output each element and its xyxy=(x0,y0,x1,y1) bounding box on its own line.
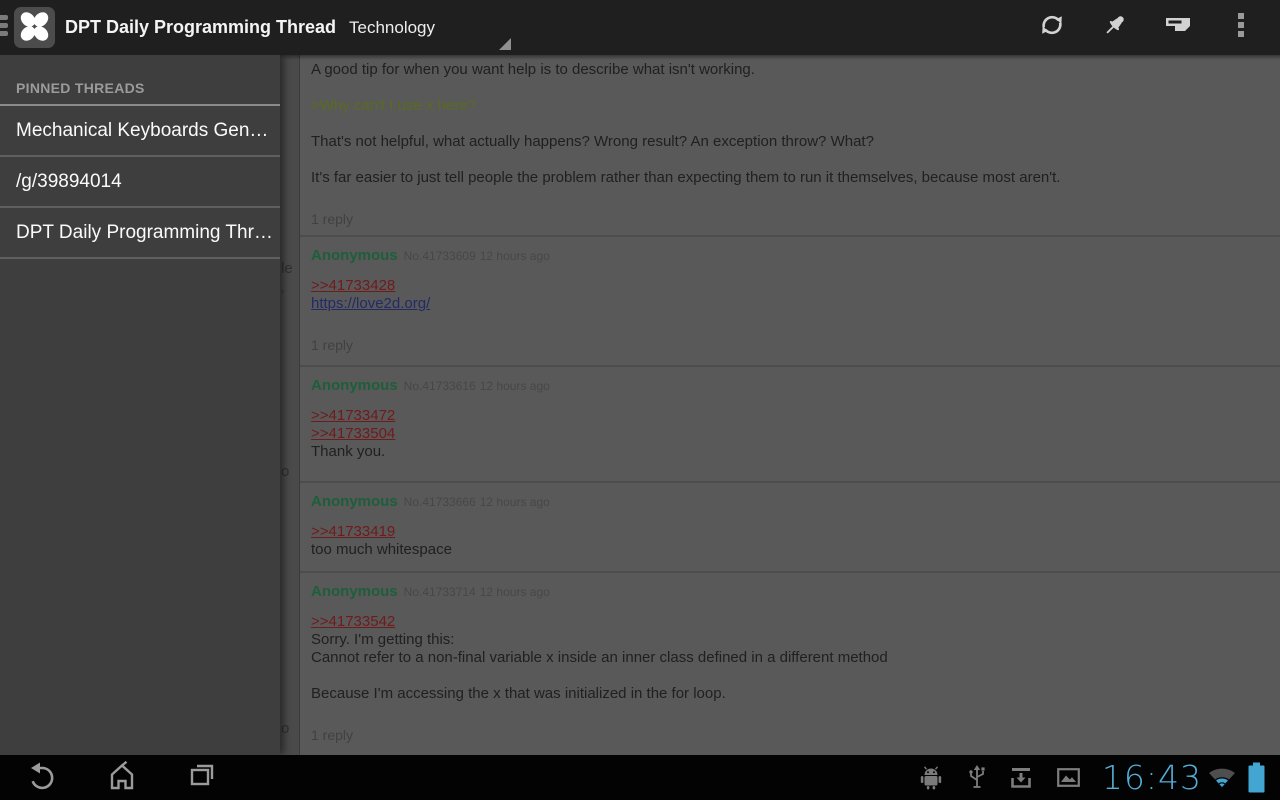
quote-link[interactable]: >>41733428 xyxy=(311,277,395,294)
peek-text-fragment: ’ xyxy=(281,287,284,305)
recents-button[interactable] xyxy=(167,755,237,800)
drawer-edge-indicator-icon xyxy=(0,15,8,39)
reply-button[interactable] xyxy=(1146,0,1209,55)
post: Anonymous No.41733714 12 hours ago >>41733… xyxy=(300,573,1280,755)
page-title: DPT Daily Programming Thread xyxy=(65,0,336,55)
thread-view-dimmed: le ’ o o A good tip for when you want he… xyxy=(280,55,1280,755)
spinner-caret-icon xyxy=(499,38,511,50)
post-number: No.41733616 xyxy=(404,379,476,393)
sidebar-item-g-39894014[interactable]: /g/39894014 xyxy=(0,157,280,208)
peek-text-fragment: o xyxy=(281,463,289,481)
post-header: Anonymous No.41733714 12 hours ago xyxy=(311,583,1264,601)
post: A good tip for when you want help is to … xyxy=(300,55,1280,237)
back-button[interactable] xyxy=(7,755,77,800)
poster-name: Anonymous xyxy=(311,377,398,394)
post-time: 12 hours ago xyxy=(480,379,550,393)
replies-link[interactable]: 1 reply xyxy=(311,210,1264,228)
greentext-line: >Why can't I use x here? xyxy=(311,97,1264,115)
replies-link[interactable]: 1 reply xyxy=(311,726,1264,744)
overflow-menu-icon xyxy=(1237,12,1245,43)
post-header: Anonymous No.41733609 12 hours ago xyxy=(311,247,1264,265)
actionbar-shadow xyxy=(280,55,1280,60)
post-number: No.41733609 xyxy=(404,249,476,263)
refresh-button[interactable] xyxy=(1020,0,1083,55)
action-bar: DPT Daily Programming Thread Technology xyxy=(0,0,1280,55)
back-icon xyxy=(25,759,59,796)
quote-link[interactable]: >>41733472 xyxy=(311,407,395,424)
post-list: A good tip for when you want help is to … xyxy=(299,55,1280,755)
system-bar: 16:43 xyxy=(0,755,1280,800)
peek-text-fragment: le xyxy=(281,260,293,278)
post-text: Thank you. xyxy=(311,443,1264,461)
action-buttons xyxy=(1020,0,1272,55)
post: Anonymous No.41733666 12 hours ago >>41733… xyxy=(300,483,1280,573)
post-number: No.41733714 xyxy=(404,585,476,599)
post-text: A good tip for when you want help is to … xyxy=(311,61,1264,79)
replies-link[interactable]: 1 reply xyxy=(311,336,1264,354)
post-text: Sorry. I'm getting this: xyxy=(311,631,1264,649)
wifi-icon xyxy=(1207,766,1237,790)
post-header: Anonymous No.41733616 12 hours ago xyxy=(311,377,1264,395)
post-number: No.41733666 xyxy=(404,495,476,509)
drawer-section-header: PINNED THREADS xyxy=(0,55,280,106)
gallery-icon xyxy=(1057,768,1080,787)
pinned-threads-drawer: PINNED THREADS Mechanical Keyboards Gen…… xyxy=(0,55,280,755)
status-area[interactable]: 16:43 xyxy=(920,755,1266,800)
post-time: 12 hours ago xyxy=(480,495,550,509)
post: Anonymous No.41733616 12 hours ago >>41733… xyxy=(300,367,1280,483)
recents-icon xyxy=(185,759,219,796)
sidebar-item-dpt-thread[interactable]: DPT Daily Programming Thr… xyxy=(0,208,280,259)
home-button[interactable] xyxy=(87,755,157,800)
board-spinner[interactable]: Technology xyxy=(349,0,435,55)
post-time: 12 hours ago xyxy=(480,249,550,263)
post-text: That's not helpful, what actually happen… xyxy=(311,133,1264,151)
app-clover-icon[interactable] xyxy=(14,7,55,48)
peek-text-fragment: o xyxy=(281,720,289,738)
poster-name: Anonymous xyxy=(311,247,398,264)
poster-name: Anonymous xyxy=(311,583,398,600)
overflow-menu-button[interactable] xyxy=(1209,0,1272,55)
pin-button[interactable] xyxy=(1083,0,1146,55)
sidebar-item-mechanical-keyboards[interactable]: Mechanical Keyboards Gen… xyxy=(0,106,280,157)
download-icon xyxy=(1010,767,1032,789)
quote-link[interactable]: >>41733542 xyxy=(311,613,395,630)
poster-name: Anonymous xyxy=(311,493,398,510)
post-text: Cannot refer to a non-final variable x i… xyxy=(311,649,1264,667)
screen: le ’ o o A good tip for when you want he… xyxy=(0,0,1280,800)
post-text: too much whitespace xyxy=(311,541,1264,559)
quote-link[interactable]: >>41733419 xyxy=(311,523,395,540)
post-time: 12 hours ago xyxy=(480,585,550,599)
pin-icon xyxy=(1101,12,1128,44)
clock: 16:43 xyxy=(1102,755,1202,800)
refresh-icon xyxy=(1039,12,1065,43)
android-debug-icon xyxy=(920,766,942,790)
url-link[interactable]: https://love2d.org/ xyxy=(311,295,430,312)
battery-icon xyxy=(1247,762,1266,793)
post-text: It's far easier to just tell people the … xyxy=(311,169,1264,187)
post-text: Because I'm accessing the x that was ini… xyxy=(311,685,1264,703)
reply-icon xyxy=(1163,12,1193,43)
post: Anonymous No.41733609 12 hours ago >>41733… xyxy=(300,237,1280,367)
home-icon xyxy=(105,759,139,796)
usb-icon xyxy=(968,765,986,791)
post-header: Anonymous No.41733666 12 hours ago xyxy=(311,493,1264,511)
quote-link[interactable]: >>41733504 xyxy=(311,425,395,442)
